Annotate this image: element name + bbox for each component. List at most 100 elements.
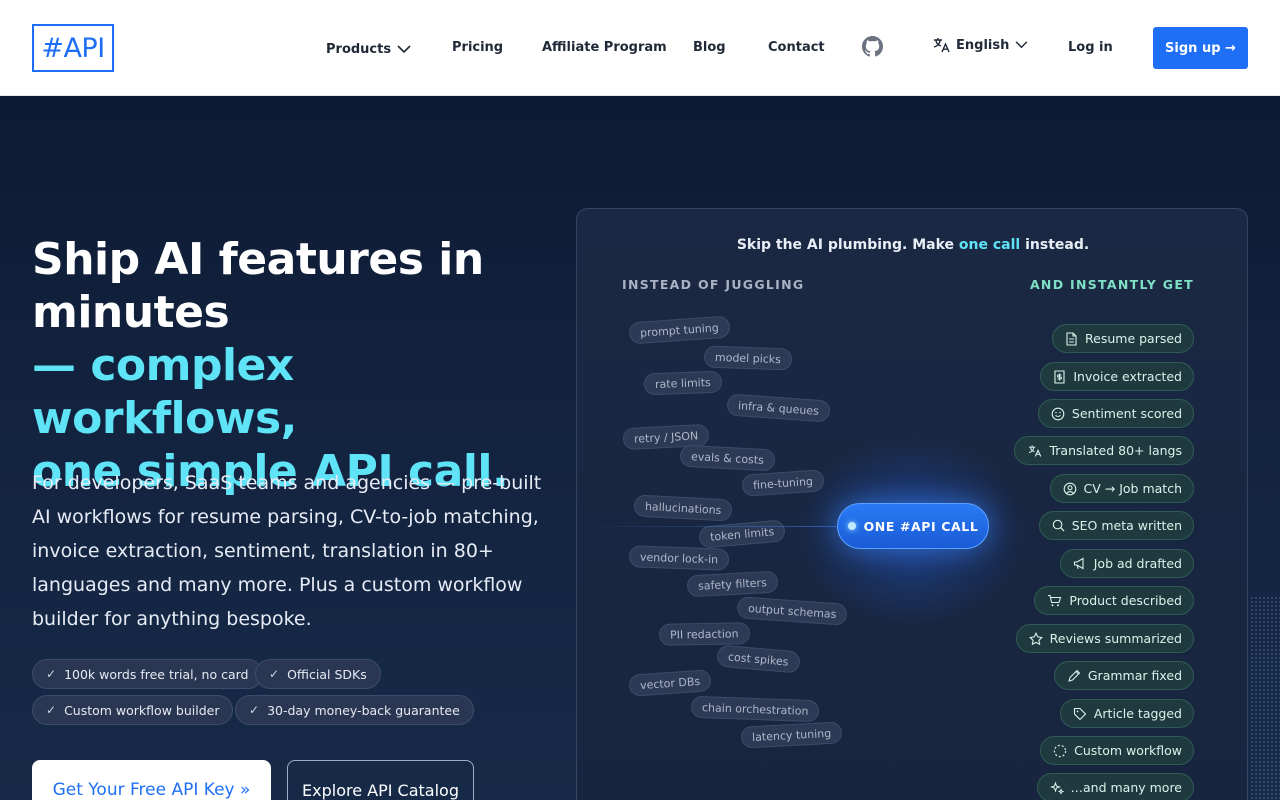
- pain-point-pill: safety filters: [686, 570, 779, 598]
- check-icon: ✓: [249, 703, 260, 717]
- tag-icon: [1073, 707, 1087, 720]
- output-label: Reviews summarized: [1049, 631, 1182, 646]
- feature-chip: ✓ Custom workflow builder: [32, 695, 234, 725]
- hero-title: Ship AI features in minutes — complex wo…: [32, 233, 572, 498]
- panel-headline-post: instead.: [1020, 237, 1090, 253]
- output-pill: …and many more: [1036, 773, 1194, 800]
- nav-products-label: Products: [326, 41, 392, 57]
- output-label: Sentiment scored: [1071, 406, 1182, 421]
- output-pill: Reviews summarized: [1015, 624, 1194, 653]
- pain-point-pill: vector DBs: [628, 669, 712, 697]
- panel-headline-highlight: one call: [958, 237, 1021, 253]
- panel-headline-pre: Skip the AI plumbing. Make: [736, 237, 959, 253]
- pain-point-pill: vendor lock-in: [628, 545, 730, 571]
- output-label: Custom workflow: [1074, 743, 1182, 758]
- output-pill: Invoice extracted: [1040, 362, 1194, 391]
- output-pill: Translated 80+ langs: [1014, 436, 1194, 465]
- nav-blog[interactable]: Blog: [693, 36, 726, 58]
- dashed-circle-icon: [1053, 744, 1067, 757]
- hero-title-line: minutes: [32, 287, 230, 338]
- output-pill: SEO meta written: [1038, 511, 1194, 540]
- language-selector[interactable]: English: [932, 34, 1028, 56]
- translate-icon: [1029, 445, 1042, 457]
- pain-point-pill: prompt tuning: [628, 315, 731, 345]
- output-pill: CV → Job match: [1049, 474, 1194, 503]
- language-label: English: [956, 37, 1010, 53]
- chip-label: Custom workflow builder: [64, 702, 220, 718]
- pain-point-pill: PII redaction: [658, 622, 750, 646]
- star-icon: [1028, 631, 1043, 645]
- output-label: SEO meta written: [1071, 518, 1182, 533]
- chip-label: 30-day money-back guarantee: [267, 702, 460, 718]
- logo[interactable]: #API: [32, 24, 114, 72]
- workflow-panel: Skip the AI plumbing. Make one call inst…: [576, 208, 1248, 800]
- cart-icon: [1048, 594, 1062, 607]
- megaphone-icon: [1073, 557, 1084, 570]
- output-label: …and many more: [1070, 780, 1183, 795]
- chip-label: Official SDKs: [287, 666, 367, 682]
- one-api-call-badge: ONE #API CALL: [837, 503, 989, 549]
- nav-affiliate[interactable]: Affiliate Program: [542, 36, 667, 58]
- chip-label: 100k words free trial, no card: [64, 666, 249, 682]
- pen-icon: [1068, 669, 1081, 682]
- output-label: CV → Job match: [1083, 481, 1182, 496]
- login-link[interactable]: Log in: [1068, 36, 1113, 58]
- signup-button[interactable]: Sign up →: [1153, 27, 1248, 69]
- chevron-down-icon: [1016, 41, 1028, 49]
- pain-point-pill: chain orchestration: [690, 695, 820, 723]
- output-label: Grammar fixed: [1087, 668, 1182, 683]
- check-icon: ✓: [46, 703, 57, 717]
- pulse-dot-icon: [847, 522, 856, 530]
- pain-point-pill: infra & queues: [726, 393, 831, 423]
- nav-contact[interactable]: Contact: [768, 36, 825, 58]
- feature-chip: ✓ 100k words free trial, no card: [32, 659, 263, 689]
- instead-label: INSTEAD OF JUGGLING: [622, 277, 805, 292]
- output-pill: Custom workflow: [1040, 736, 1194, 765]
- output-pill: Sentiment scored: [1037, 399, 1194, 428]
- pain-point-pill: model picks: [703, 345, 793, 371]
- output-label: Article tagged: [1093, 706, 1182, 721]
- user-circle-icon: [1063, 482, 1076, 495]
- nav-pricing[interactable]: Pricing: [452, 36, 503, 58]
- pain-point-pill: cost spikes: [716, 644, 801, 674]
- nav-products[interactable]: Products: [326, 38, 411, 60]
- panel-headline: Skip the AI plumbing. Make one call inst…: [577, 237, 1247, 253]
- output-pill: Job ad drafted: [1059, 549, 1194, 578]
- invoice-icon: [1054, 369, 1065, 384]
- one-api-call-label: ONE #API CALL: [863, 518, 979, 534]
- check-icon: ✓: [269, 667, 280, 681]
- hero-section: Ship AI features in minutes — complex wo…: [0, 96, 1280, 800]
- output-label: Job ad drafted: [1093, 556, 1182, 571]
- check-icon: ✓: [46, 667, 57, 681]
- pain-point-pill: rate limits: [643, 370, 723, 396]
- output-pill: Resume parsed: [1052, 324, 1194, 353]
- feature-chip: ✓ 30-day money-back guarantee: [235, 695, 474, 725]
- output-label: Invoice extracted: [1073, 369, 1182, 384]
- get-api-key-button[interactable]: Get Your Free API Key »: [32, 760, 271, 800]
- decorative-dot-pattern: [1250, 596, 1280, 800]
- output-label: Translated 80+ langs: [1049, 443, 1182, 458]
- hero-title-line: Ship AI features in: [32, 234, 484, 285]
- document-icon: [1066, 331, 1077, 346]
- output-pill: Article tagged: [1059, 699, 1194, 728]
- sparkles-icon: [1049, 780, 1064, 795]
- pain-point-pill: hallucinations: [633, 494, 733, 522]
- pain-point-pill: token limits: [698, 519, 786, 549]
- translate-icon: [933, 38, 950, 53]
- output-label: Product described: [1069, 593, 1182, 608]
- output-pill: Grammar fixed: [1053, 661, 1194, 690]
- feature-chip: ✓ Official SDKs: [255, 659, 381, 689]
- explore-catalog-button[interactable]: Explore API Catalog: [287, 760, 474, 800]
- search-icon: [1052, 519, 1065, 532]
- hero-description: For developers, SaaS teams and agencies …: [32, 472, 542, 630]
- github-icon: [862, 35, 883, 56]
- pain-point-pill: evals & costs: [679, 444, 776, 472]
- smile-icon: [1051, 407, 1065, 420]
- instantly-get-label: AND INSTANTLY GET: [1029, 277, 1194, 292]
- github-link[interactable]: [862, 35, 883, 57]
- hero-title-accent: — complex workflows,: [32, 340, 297, 444]
- site-header: #API Products Pricing Affiliate Program …: [0, 0, 1280, 96]
- chevron-down-icon: [397, 44, 411, 53]
- output-label: Resume parsed: [1085, 331, 1182, 346]
- pain-point-pill: latency tuning: [740, 721, 843, 749]
